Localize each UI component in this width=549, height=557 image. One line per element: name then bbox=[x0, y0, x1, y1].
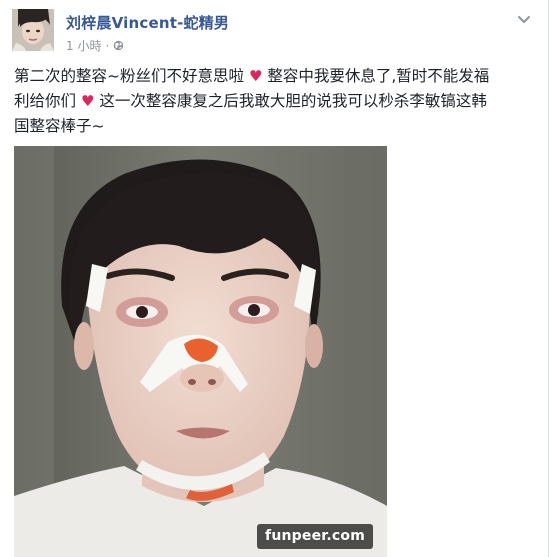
caption-line-2: 利给你们 ♥ 这一次整容康复之后我敢大胆的说我可以秒杀李敏镐这韩 bbox=[14, 89, 534, 114]
caption-text: 这一次整容康复之后我敢大胆的说我可以秒杀李敏镐这韩 bbox=[99, 92, 487, 110]
caption-text: 第二次的整容~粉丝们不好意思啦 bbox=[14, 67, 244, 85]
watermark: funpeer.com bbox=[257, 524, 373, 549]
caption-text: 利给你们 bbox=[14, 92, 77, 110]
post-caption: 第二次的整容~粉丝们不好意思啦 ♥ 整容中我要休息了,暂时不能发福 利给你们 ♥… bbox=[14, 64, 534, 139]
caption-text: 整容中我要休息了,暂时不能发福 bbox=[267, 67, 490, 85]
avatar[interactable] bbox=[12, 9, 54, 51]
post-timestamp[interactable]: 1 小時 bbox=[66, 37, 101, 54]
post-meta: 1 小時 · bbox=[66, 37, 124, 54]
heart-emoji-icon: ♥ bbox=[80, 92, 95, 110]
post-photo[interactable]: funpeer.com bbox=[14, 146, 387, 557]
caption-text: 国整容棒子~ bbox=[14, 117, 105, 135]
globe-icon[interactable] bbox=[113, 40, 124, 51]
chevron-down-icon[interactable] bbox=[516, 13, 532, 27]
heart-emoji-icon: ♥ bbox=[248, 67, 263, 85]
meta-separator: · bbox=[105, 38, 110, 53]
caption-line-1: 第二次的整容~粉丝们不好意思啦 ♥ 整容中我要休息了,暂时不能发福 bbox=[14, 64, 534, 89]
post-author-name[interactable]: 刘梓晨Vincent-蛇精男 bbox=[66, 12, 229, 33]
caption-line-3: 国整容棒子~ bbox=[14, 114, 534, 139]
facebook-post: 刘梓晨Vincent-蛇精男 1 小時 · 第二次的整容~粉丝们不好意思啦 ♥ … bbox=[0, 0, 549, 557]
